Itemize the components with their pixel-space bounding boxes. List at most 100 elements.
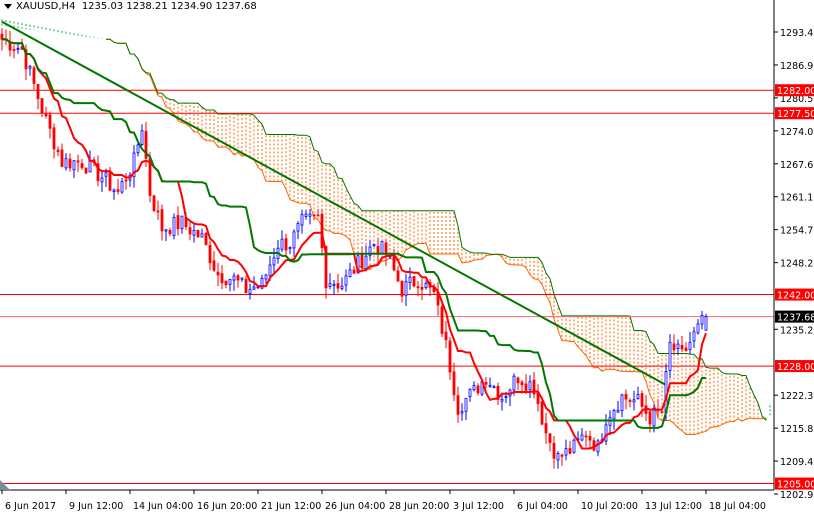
candle-body [672,343,676,351]
candle-body [52,127,56,150]
candle-body [336,283,340,289]
candle-body [140,130,144,146]
candle-body [404,281,408,296]
trendline[interactable] [1,20,667,386]
candle-body [584,435,588,438]
chart-shift-marker-icon[interactable] [0,480,10,490]
candle-body [268,264,272,277]
candle-body [660,411,664,414]
candle-body [36,83,40,100]
candle-body [464,398,468,412]
candle-body [552,443,556,459]
candle-body [616,409,620,413]
time-tick-label: 18 Jul 04:00 [709,501,766,512]
candle-body [164,229,168,232]
price-tick-label: 1267.60 [780,160,814,171]
candle-body [396,270,400,282]
candle-body [116,189,120,192]
candle-body [316,214,320,217]
price-tick-label: 1202.95 [780,490,814,501]
candle-body [632,399,636,403]
candle-body [176,215,180,230]
price-tick-label: 1209.40 [780,457,814,468]
candle-body [448,340,452,373]
candle-body [684,347,688,351]
candle-body [208,244,212,264]
candle-body [612,410,616,420]
candle-body [628,400,632,402]
candle-body [224,280,228,286]
current-price-tag: 1237.68 [777,313,814,324]
candle-body [648,411,652,425]
candle-body [216,271,220,276]
candle-body [60,149,64,167]
candle-body [420,286,424,290]
candle-body [180,215,184,229]
candle-body [444,331,448,341]
time-tick-label: 3 Jul 12:00 [453,501,504,512]
candle-body [392,255,396,271]
candle-body [528,381,532,391]
candle-body [400,280,404,297]
candle-body [492,386,496,389]
candle-body [16,47,20,50]
candle-body [124,179,128,182]
candle-body [512,375,516,391]
symbol-label: XAUUSD,H4 [16,1,76,12]
price-tick-label: 1222.30 [780,391,814,402]
candle-body [300,214,304,226]
time-tick-label: 13 Jul 12:00 [645,501,702,512]
candle-body [624,393,628,400]
level-price-tag: 1228.00 [777,362,814,373]
candle-body [228,279,232,285]
candle-body [296,223,300,232]
candle-body [292,231,296,249]
candle-body [340,285,344,290]
candle-body [608,417,612,426]
candle-body [360,253,364,269]
candle-body [200,233,204,238]
candle-body [516,377,520,384]
candle-body [272,257,276,266]
candle-body [380,241,384,254]
candle-body [692,331,696,342]
candle-body [280,238,284,250]
candle-body [12,49,16,51]
senkou-span-b-line [106,38,767,421]
candle-body [44,113,48,117]
candle-body [696,323,700,334]
chart-window[interactable]: 1293.401286.951280.501274.051267.601261.… [0,0,814,514]
price-tick-label: 1215.85 [780,424,814,435]
price-tick-label: 1235.20 [780,325,814,336]
time-tick-label: 26 Jun 04:00 [325,501,385,512]
price-chart[interactable]: 1293.401286.951280.501274.051267.601261.… [0,0,814,514]
candle-body [312,214,316,217]
candle-body [192,229,196,236]
candle-body [500,398,504,402]
candle-body [548,433,552,443]
candle-body [688,341,692,350]
candle-body [460,411,464,414]
candle-body [640,393,644,407]
candle-body [680,344,684,350]
candle-body [560,454,564,457]
candle-body [488,384,492,387]
candle-body [572,439,576,453]
dropdown-triangle-icon[interactable] [4,3,12,9]
candle-body [196,230,200,238]
candle-body [84,167,88,174]
candle-body [320,213,324,249]
candle-body [416,286,420,289]
candle-body [64,158,68,169]
time-tick-label: 10 Jul 20:00 [581,501,638,512]
candle-body [364,255,368,270]
candle-body [588,435,592,441]
candle-body [80,163,84,168]
time-tick-label: 6 Jun 2017 [5,501,56,512]
candle-body [236,275,240,281]
candle-body [352,269,356,274]
candle-body [48,114,52,129]
candle-body [100,177,104,183]
time-tick-label: 14 Jun 04:00 [133,501,193,512]
candle-body [40,98,44,114]
